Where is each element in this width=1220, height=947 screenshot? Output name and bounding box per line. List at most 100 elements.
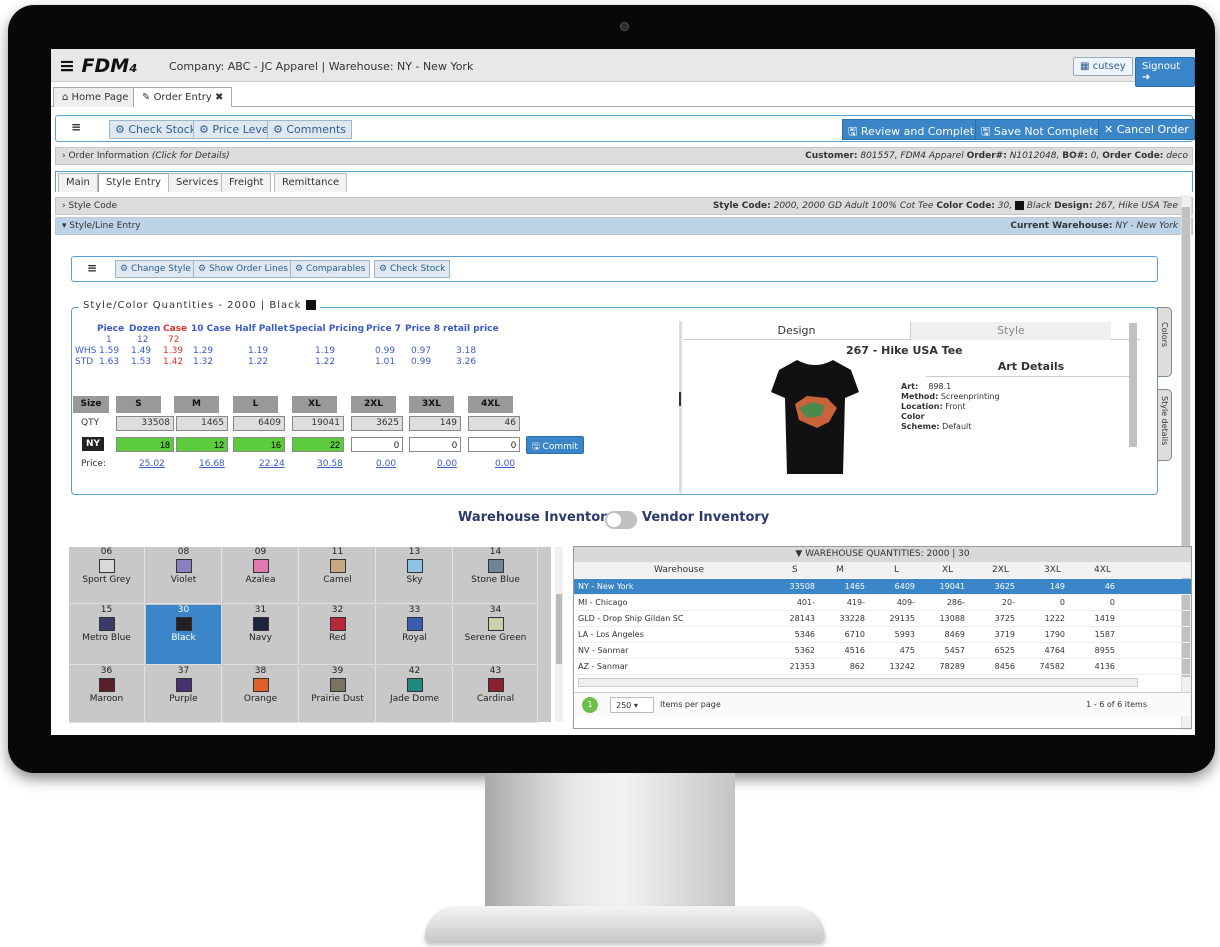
swatch-14[interactable]: 14 Stone Blue: [454, 547, 538, 604]
style-code-bar[interactable]: › Style Code Style Code: 2000, 2000 GD A…: [55, 197, 1193, 215]
style-line-entry-bar[interactable]: ▾ Style/Line Entry Current Warehouse: NY…: [55, 217, 1193, 235]
tab-freight[interactable]: Freight: [221, 173, 272, 192]
swatch-32[interactable]: 32 Red: [300, 605, 376, 665]
page-tabs: ⌂ Home Page ✎ Order Entry ✖: [51, 85, 1195, 107]
size-header: L: [233, 396, 278, 413]
line-menu-icon[interactable]: ≡: [87, 261, 97, 275]
toggle-knob[interactable]: [607, 513, 621, 527]
signout-button[interactable]: Signout ➜: [1135, 57, 1195, 87]
swatch-34[interactable]: 34 Serene Green: [454, 605, 538, 665]
tab-services[interactable]: Services: [168, 173, 227, 192]
order-subtabs: Main Style Entry Services Freight Remitt…: [55, 171, 1193, 192]
pager-summary: 1 - 6 of 6 items: [1086, 700, 1147, 709]
quantities-legend: Style/Color Quantities - 2000 | Black: [79, 300, 320, 311]
grid-pager: 1 250 ▾ Items per page 1 - 6 of 6 items: [574, 692, 1191, 716]
qty-input-s[interactable]: [116, 437, 174, 452]
whs-price: 1.39: [163, 346, 184, 356]
swatch-43[interactable]: 43 Cardinal: [454, 666, 538, 723]
table-row[interactable]: MI - Chicago 401- 419- 409- 286- 20- 0 0: [574, 595, 1191, 611]
splitter-handle[interactable]: [679, 392, 681, 406]
color-chip: [1014, 201, 1024, 210]
unit-value: 12: [137, 335, 149, 345]
pin-icon: ✎: [142, 92, 154, 103]
change-style-button[interactable]: ⚙ Change Style: [115, 260, 196, 278]
page-number[interactable]: 1: [582, 697, 598, 713]
show-order-lines-button[interactable]: ⚙ Show Order Lines: [193, 260, 293, 278]
qty-cell: 3625: [351, 416, 403, 431]
close-icon[interactable]: ✖: [215, 92, 223, 103]
swatch-13[interactable]: 13 Sky: [377, 547, 453, 604]
table-row[interactable]: AZ - Sanmar 21353 862 13242 78289 8456 74582 41…: [574, 659, 1191, 675]
qty-input-xl[interactable]: [292, 437, 344, 452]
swatch-09[interactable]: 09 Azalea: [223, 547, 299, 604]
save-not-complete-button[interactable]: 🖫 Save Not Complete: [975, 119, 1107, 140]
size-header: 3XL: [409, 396, 454, 413]
price-link[interactable]: 0.00: [495, 459, 515, 469]
price-level-button[interactable]: ⚙ Price Level: [193, 120, 278, 139]
app-screen: ≡ FDM₄ Company: ABC - JC Apparel | Wareh…: [51, 49, 1195, 735]
price-header: Price 8: [405, 324, 440, 334]
tab-home[interactable]: ⌂ Home Page: [53, 87, 138, 107]
commit-button[interactable]: 🖫 Commit: [526, 436, 584, 454]
swatch-30[interactable]: 30 Black: [146, 605, 222, 665]
order-information-bar[interactable]: › Order Information (Click for Details) …: [55, 147, 1193, 165]
qty-input-l[interactable]: [233, 437, 285, 452]
grid-horizontal-scrollbar[interactable]: [578, 678, 1138, 687]
line-check-stock-button[interactable]: ⚙ Check Stock: [374, 260, 451, 278]
table-row[interactable]: LA - Los Angeles 5346 6710 5993 8469 3719 1790…: [574, 627, 1191, 643]
price-header: retail price: [443, 324, 499, 334]
colors-side-tab[interactable]: Colors: [1157, 307, 1172, 377]
menu-icon[interactable]: ≡: [71, 120, 81, 134]
qty-input-3xl[interactable]: [409, 437, 461, 452]
qty-label: QTY: [81, 418, 100, 428]
whs-price: 1.19: [315, 346, 336, 356]
comments-button[interactable]: ⚙ Comments: [267, 120, 352, 139]
per-page-select[interactable]: 250 ▾: [610, 697, 654, 713]
user-button[interactable]: ▦ cutsey: [1073, 57, 1133, 76]
tab-style[interactable]: Style: [911, 322, 1111, 340]
art-details: Art: 898.1 Method: Screenprinting Locati…: [901, 382, 1000, 431]
table-row[interactable]: NY - New York 33508 1465 6409 19041 3625 149 46: [574, 579, 1191, 595]
price-link[interactable]: 16.68: [199, 459, 225, 469]
tab-design[interactable]: Design: [683, 322, 911, 340]
swatch-39[interactable]: 39 Prairie Dust: [300, 666, 376, 723]
swatch-33[interactable]: 33 Royal: [377, 605, 453, 665]
tab-main[interactable]: Main: [58, 173, 98, 192]
review-complete-button[interactable]: 🖫 Review and Complete: [842, 119, 987, 140]
unit-value: 72: [168, 335, 180, 345]
swatch-37[interactable]: 37 Purple: [146, 666, 222, 723]
table-row[interactable]: GLD - Drop Ship Gildan SC 28143 33228 29135…: [574, 611, 1191, 627]
qty-cell: 1465: [176, 416, 228, 431]
table-row[interactable]: NV - Sanmar 5362 4516 475 5457 6525 4764 8955: [574, 643, 1191, 659]
price-link[interactable]: 30.58: [317, 459, 343, 469]
swatch-38[interactable]: 38 Orange: [223, 666, 299, 723]
panel-splitter[interactable]: [679, 321, 682, 493]
price-link[interactable]: 0.00: [437, 459, 457, 469]
comparables-button[interactable]: ⚙ Comparables: [290, 260, 371, 278]
swatch-11[interactable]: 11 Camel: [300, 547, 376, 604]
check-stock-button[interactable]: ⚙ Check Stock: [109, 120, 203, 139]
design-scrollbar[interactable]: [1129, 323, 1137, 447]
swatch-36[interactable]: 36 Maroon: [69, 666, 145, 723]
swatch-08[interactable]: 08 Violet: [146, 547, 222, 604]
qty-input-m[interactable]: [176, 437, 228, 452]
tab-order-entry[interactable]: ✎ Order Entry ✖: [133, 87, 233, 107]
app-logo[interactable]: ≡ FDM₄: [59, 55, 138, 77]
filter-icon[interactable]: ▼: [795, 549, 805, 559]
swatch-31[interactable]: 31 Navy: [223, 605, 299, 665]
qty-input-4xl[interactable]: [468, 437, 520, 452]
tab-style-entry[interactable]: Style Entry: [98, 173, 169, 192]
tab-remittance[interactable]: Remittance: [274, 173, 348, 192]
price-link[interactable]: 25.02: [139, 459, 165, 469]
price-header: 10 Case: [191, 324, 231, 334]
whs-price: 0.97: [411, 346, 432, 356]
style-details-side-tab[interactable]: Style details: [1157, 389, 1172, 461]
swatch-06[interactable]: 06 Sport Grey: [69, 547, 145, 604]
qty-input-2xl[interactable]: [351, 437, 403, 452]
swatch-15[interactable]: 15 Metro Blue: [69, 605, 145, 665]
price-link[interactable]: 22.24: [259, 459, 285, 469]
swatch-scroll-thumb[interactable]: [556, 594, 562, 664]
cancel-order-button[interactable]: ✕ Cancel Order: [1098, 119, 1195, 140]
price-link[interactable]: 0.00: [376, 459, 396, 469]
swatch-42[interactable]: 42 Jade Dome: [377, 666, 453, 723]
